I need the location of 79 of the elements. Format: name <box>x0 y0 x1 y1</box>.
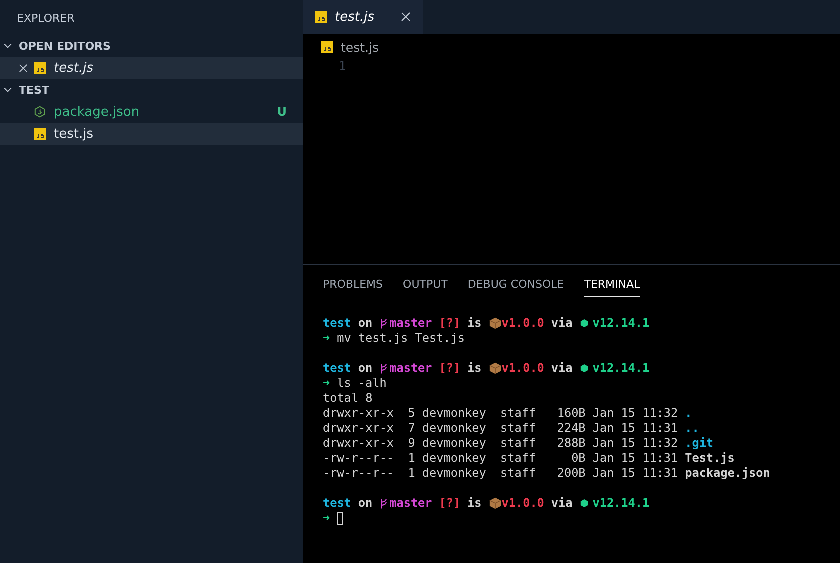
terminal-cursor <box>337 512 344 525</box>
section-header[interactable]: OPEN EDITORS <box>0 35 303 57</box>
prompt-branch: master <box>390 316 432 331</box>
prompt-word: is <box>468 316 482 331</box>
hexagon-icon <box>580 319 589 328</box>
package-icon <box>488 317 502 330</box>
prompt-status: [?] <box>439 361 461 376</box>
prompt-version: v1.0.0 <box>502 316 544 331</box>
prompt-version: v1.0.0 <box>502 361 544 376</box>
command-text: mv test.js Test.js <box>337 331 465 346</box>
listing-info: drwxr-xr-x 5 devmonkey staff 160B Jan 15 11:32 <box>323 406 678 421</box>
prompt-directory: test <box>323 496 352 511</box>
branch-icon <box>380 498 388 510</box>
panel-tab[interactable]: PROBLEMS <box>323 276 384 296</box>
file-item[interactable]: test.js <box>0 123 303 145</box>
prompt-node-version: v12.14.1 <box>592 496 650 511</box>
tab-label: test.js <box>335 10 376 24</box>
listing-name: .. <box>685 421 700 436</box>
close-icon[interactable] <box>401 12 411 22</box>
line-number: 1 <box>338 58 348 73</box>
prompt-word: on <box>358 496 373 511</box>
prompt-node-version: v12.14.1 <box>592 316 650 331</box>
package-icon <box>488 362 502 375</box>
hexagon-icon <box>580 364 589 373</box>
prompt-word: on <box>358 361 373 376</box>
package-icon <box>488 497 502 510</box>
branch-icon <box>380 362 388 374</box>
section-header[interactable]: TEST <box>0 79 303 101</box>
file-item[interactable]: package.json U <box>0 101 303 123</box>
file-name: test.js <box>54 60 94 76</box>
prompt-node-version: v12.14.1 <box>592 361 650 376</box>
js-file-icon <box>34 128 46 140</box>
editor-tab[interactable]: test.js <box>303 0 423 34</box>
listing-info: drwxr-xr-x 7 devmonkey staff 224B Jan 15 11:31 <box>323 421 678 436</box>
branch-icon <box>380 318 388 330</box>
listing-name: Test.js <box>685 451 735 466</box>
file-name: package.json <box>54 104 141 120</box>
explorer-title: EXPLORER <box>16 11 76 27</box>
section-title: TEST <box>19 84 50 96</box>
breadcrumb[interactable]: test.js <box>341 40 379 54</box>
prompt-status: [?] <box>439 496 461 511</box>
panel-tab[interactable]: TERMINAL <box>584 276 640 297</box>
listing-info: drwxr-xr-x 9 devmonkey staff 288B Jan 15 11:32 <box>323 436 678 451</box>
listing-info: -rw-r--r-- 1 devmonkey staff 200B Jan 15 11:31 <box>323 466 678 481</box>
chevron-icon <box>3 85 13 95</box>
listing-name: . <box>685 406 692 421</box>
panel-tab[interactable]: DEBUG CONSOLE <box>468 276 564 296</box>
panel-tab[interactable]: OUTPUT <box>403 276 448 296</box>
file-name: test.js <box>54 126 94 142</box>
hexagon-file-icon <box>34 106 46 118</box>
listing-name: .git <box>685 436 714 451</box>
prompt-arrow: ➜ <box>323 331 330 346</box>
file-item[interactable]: test.js <box>0 57 303 79</box>
hexagon-icon <box>580 499 589 508</box>
command-text: ls -alh <box>337 376 387 391</box>
prompt-word: via <box>551 316 573 331</box>
prompt-directory: test <box>323 316 352 331</box>
section-title: OPEN EDITORS <box>19 40 111 52</box>
js-file-icon <box>315 11 327 23</box>
js-file-icon <box>34 62 46 74</box>
js-file-icon <box>321 41 333 53</box>
prompt-status: [?] <box>439 316 461 331</box>
listing-name: package.json <box>685 466 770 481</box>
prompt-arrow: ➜ <box>323 511 330 526</box>
prompt-directory: test <box>323 361 352 376</box>
output-text: total 8 <box>323 391 373 406</box>
chevron-icon <box>3 41 13 51</box>
prompt-branch: master <box>390 361 432 376</box>
prompt-branch: master <box>390 496 432 511</box>
prompt-arrow: ➜ <box>323 376 330 391</box>
listing-info: -rw-r--r-- 1 devmonkey staff 0B Jan 15 11:31 <box>323 451 678 466</box>
prompt-version: v1.0.0 <box>502 496 544 511</box>
close-icon[interactable] <box>19 64 28 72</box>
prompt-word: on <box>358 316 373 331</box>
prompt-word: via <box>551 496 573 511</box>
prompt-word: is <box>468 361 482 376</box>
prompt-word: is <box>468 496 482 511</box>
git-status: U <box>277 105 287 119</box>
prompt-word: via <box>551 361 573 376</box>
